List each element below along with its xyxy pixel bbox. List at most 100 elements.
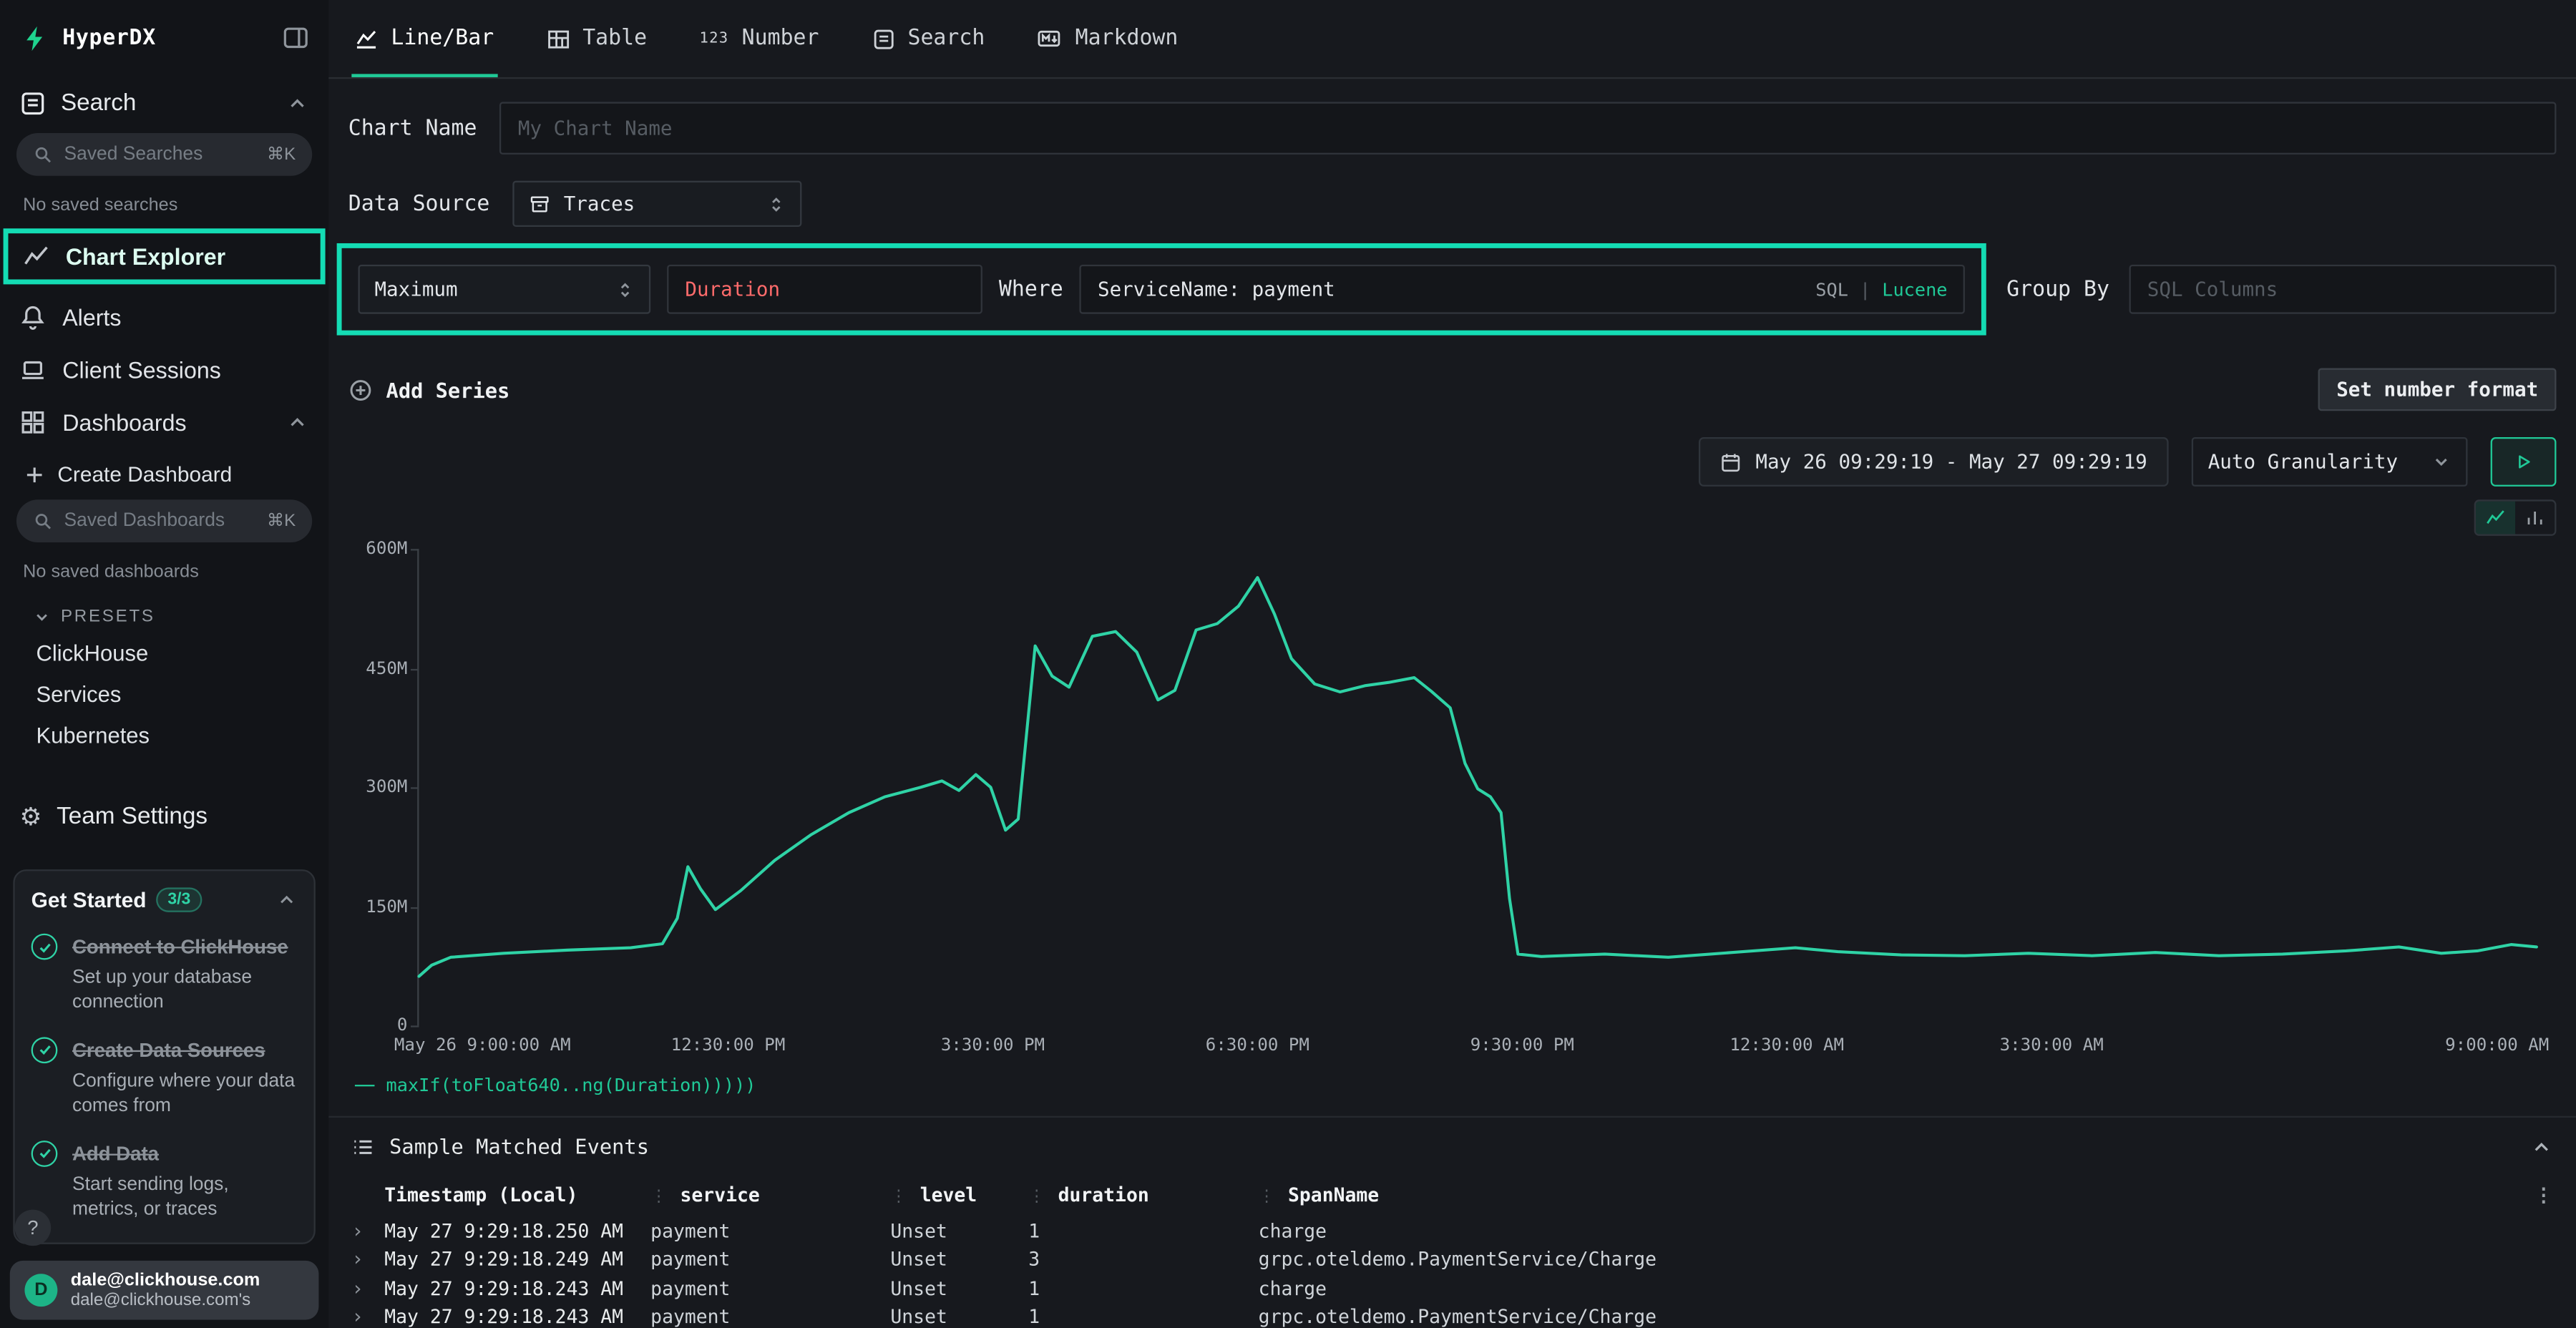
chart-svg [419, 549, 2536, 1025]
avatar: D [24, 1274, 57, 1307]
chart-plot[interactable]: 0150M300M450M600MMay 26 9:00:00 AM12:30:… [417, 549, 2537, 1025]
lucene-mode-button[interactable]: Lucene [1882, 278, 1947, 300]
get-started-item-title: Add Data [72, 1142, 159, 1165]
preset-services[interactable]: Services [0, 674, 328, 715]
laptop-icon [20, 356, 47, 383]
saved-searches-placeholder: Saved Searches [64, 145, 203, 165]
event-service: payment [650, 1276, 890, 1299]
event-row[interactable]: May 27 9:29:18.250 AM payment Unset 1 ch… [351, 1216, 2553, 1245]
sidebar-item-alerts[interactable]: Alerts [0, 291, 328, 344]
grid-icon [20, 409, 47, 436]
get-started-item-add-data[interactable]: Add Data Start sending logs, metrics, or… [31, 1138, 298, 1222]
chevron-up-icon[interactable] [286, 92, 308, 115]
user-org: dale@clickhouse.com's [71, 1290, 260, 1310]
tab-number[interactable]: 123 Number [696, 0, 822, 77]
run-query-button[interactable] [2491, 437, 2557, 487]
col-timestamp: Timestamp (Local) [384, 1183, 650, 1206]
user-menu[interactable]: D dale@clickhouse.com dale@clickhouse.co… [10, 1261, 319, 1320]
granularity-select[interactable]: Auto Granularity [2192, 437, 2468, 487]
traces-icon [530, 193, 551, 215]
event-level: Unset [890, 1248, 1028, 1271]
chevron-down-icon [33, 607, 51, 625]
sidebar-item-dashboards[interactable]: Dashboards [0, 396, 328, 449]
check-circle-icon [31, 1037, 58, 1063]
sidebar-item-label: Client Sessions [62, 356, 221, 383]
sql-mode-button[interactable]: SQL [1815, 278, 1848, 300]
bar-view-button[interactable] [2515, 502, 2555, 534]
tab-table[interactable]: Table [543, 0, 650, 77]
data-source-select[interactable]: Traces [513, 181, 802, 227]
chart-name-input[interactable] [500, 102, 2557, 155]
event-duration: 1 [1028, 1219, 1258, 1242]
tab-label: Number [742, 26, 819, 51]
get-started-header[interactable]: Get Started 3/3 [31, 887, 298, 912]
where-value: ServiceName: payment [1098, 278, 1335, 301]
aggregation-select[interactable]: Maximum [358, 265, 651, 314]
field-input[interactable]: Duration [667, 265, 982, 314]
chevron-up-icon[interactable] [286, 411, 308, 434]
sidebar-item-client-sessions[interactable]: Client Sessions [0, 343, 328, 396]
presets-toggle[interactable]: PRESETS [0, 588, 328, 633]
shortcut-badge: ⌘K [267, 511, 296, 531]
sidebar-item-chart-explorer[interactable]: Chart Explorer [4, 228, 326, 284]
events-panel-header[interactable]: Sample Matched Events [351, 1134, 2553, 1158]
x-axis-label: 9:00:00 AM [2445, 1035, 2549, 1055]
bell-icon [20, 304, 47, 331]
saved-searches-input[interactable]: Saved Searches ⌘K [16, 133, 312, 176]
line-view-button[interactable] [2476, 502, 2515, 534]
tab-markdown[interactable]: Markdown [1034, 0, 1181, 77]
chevron-up-icon[interactable] [276, 889, 298, 911]
get-started-item-sources[interactable]: Create Data Sources Configure where your… [31, 1035, 298, 1119]
sidebar-collapse-icon[interactable] [283, 24, 309, 51]
x-axis-label: 12:30:00 PM [671, 1035, 786, 1055]
table-menu-icon[interactable] [2524, 1183, 2553, 1206]
mode-divider: | [1860, 278, 1870, 300]
group-by-input[interactable] [2129, 265, 2557, 314]
event-timestamp: May 27 9:29:18.243 AM [384, 1305, 650, 1328]
series-annotation-box: Maximum Duration Where ServiceName: paym… [337, 243, 1987, 336]
collapse-panel-icon[interactable] [2530, 1135, 2553, 1158]
add-series-button[interactable]: Add Series [348, 377, 510, 401]
tab-line-bar[interactable]: Line/Bar [351, 0, 497, 77]
preset-kubernetes[interactable]: Kubernetes [0, 715, 328, 756]
sidebar-section-search[interactable]: Search [0, 72, 328, 130]
event-service: payment [650, 1248, 890, 1271]
y-axis-tick [411, 787, 419, 788]
line-chart-icon [355, 27, 378, 50]
tab-label: Line/Bar [391, 26, 494, 51]
row-expand-icon[interactable] [351, 1305, 384, 1328]
chevron-down-icon [2431, 452, 2451, 472]
saved-dashboards-input[interactable]: Saved Dashboards ⌘K [16, 499, 312, 542]
event-timestamp: May 27 9:29:18.250 AM [384, 1219, 650, 1242]
row-expand-icon[interactable] [351, 1219, 384, 1242]
row-expand-icon[interactable] [351, 1248, 384, 1271]
get-started-item-connect[interactable]: Connect to ClickHouse Set up your databa… [31, 932, 298, 1015]
series-line [419, 577, 2536, 976]
set-number-format-button[interactable]: Set number format [2318, 368, 2557, 411]
search-section-icon [20, 90, 47, 117]
help-button[interactable]: ? [15, 1210, 52, 1246]
preset-clickhouse[interactable]: ClickHouse [0, 633, 328, 673]
x-axis-label: 3:30:00 AM [2000, 1035, 2104, 1055]
create-dashboard-button[interactable]: Create Dashboard [0, 449, 328, 497]
event-row[interactable]: May 27 9:29:18.243 AM payment Unset 1 ch… [351, 1274, 2553, 1302]
sidebar-item-team-settings[interactable]: ⚙ Team Settings [0, 786, 328, 843]
event-row[interactable]: May 27 9:29:18.243 AM payment Unset 1 gr… [351, 1302, 2553, 1328]
series-row: Maximum Duration Where ServiceName: paym… [328, 243, 2576, 336]
chart-legend[interactable]: maxIf(toFloat640..ng(Duration))))) [355, 1075, 2576, 1096]
event-row[interactable]: May 27 9:29:18.249 AM payment Unset 3 gr… [351, 1245, 2553, 1274]
date-range-value: May 26 09:29:19 - May 27 09:29:19 [1755, 450, 2147, 473]
presets-label: PRESETS [61, 607, 155, 627]
events-panel-title: Sample Matched Events [389, 1134, 649, 1158]
where-input[interactable]: ServiceName: payment SQL | Lucene [1080, 265, 1966, 314]
sidebar: HyperDX Search Saved Searches ⌘K No save… [0, 0, 328, 1328]
date-range-picker[interactable]: May 26 09:29:19 - May 27 09:29:19 [1698, 437, 2169, 487]
tab-search[interactable]: Search [868, 0, 988, 77]
chart-controls-row: May 26 09:29:19 - May 27 09:29:19 Auto G… [328, 437, 2576, 487]
get-started-item-title: Create Data Sources [72, 1038, 265, 1061]
y-axis-tick [411, 668, 419, 670]
row-expand-icon[interactable] [351, 1276, 384, 1299]
event-service: payment [650, 1305, 890, 1328]
event-service: payment [650, 1219, 890, 1242]
chart-name-label: Chart Name [348, 116, 477, 140]
